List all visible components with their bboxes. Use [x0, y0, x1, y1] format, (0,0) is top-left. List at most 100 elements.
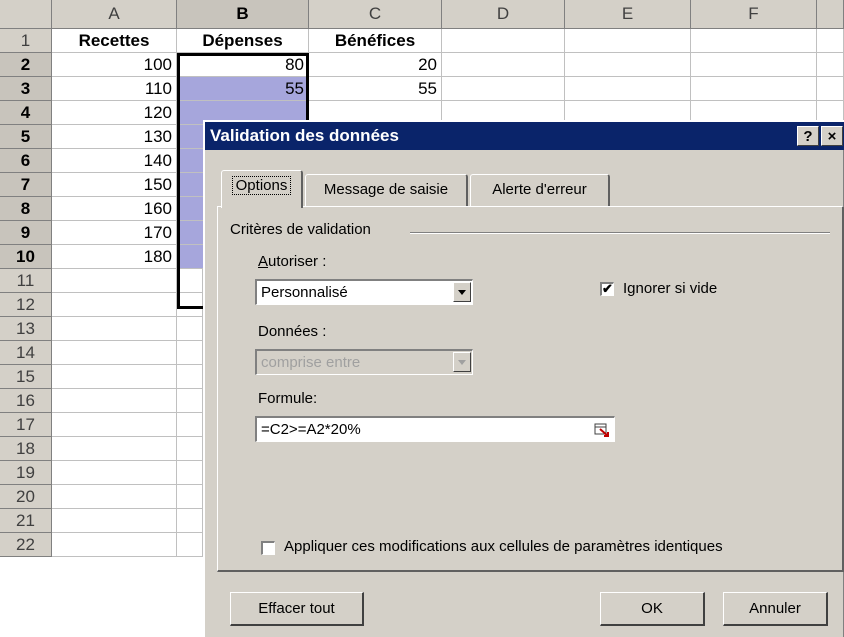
- ignorer-si-vide-checkbox[interactable]: ✔: [600, 282, 614, 296]
- cell[interactable]: [177, 365, 203, 389]
- group-divider: [410, 232, 830, 234]
- row-header-15[interactable]: 15: [0, 365, 52, 389]
- row-header-12[interactable]: 12: [0, 293, 52, 317]
- cell[interactable]: [52, 389, 177, 413]
- cell[interactable]: [177, 461, 203, 485]
- row-header-19[interactable]: 19: [0, 461, 52, 485]
- row-header-20[interactable]: 20: [0, 485, 52, 509]
- tab-message-saisie[interactable]: Message de saisie: [305, 174, 468, 206]
- cell[interactable]: [817, 77, 844, 101]
- column-header-d[interactable]: D: [442, 0, 565, 29]
- row-header-22[interactable]: 22: [0, 533, 52, 557]
- cell[interactable]: [52, 269, 177, 293]
- cell-c1[interactable]: Bénéfices: [309, 29, 442, 53]
- cell[interactable]: [52, 341, 177, 365]
- cell-a6[interactable]: 140: [52, 149, 177, 173]
- cell[interactable]: [177, 413, 203, 437]
- cell[interactable]: [691, 53, 817, 77]
- dialog-title-bar[interactable]: Validation des données: [205, 122, 844, 150]
- select-all-corner[interactable]: [0, 0, 52, 29]
- tab-alerte-erreur[interactable]: Alerte d'erreur: [470, 174, 610, 206]
- cell-c2[interactable]: 20: [309, 53, 442, 77]
- cell-a4[interactable]: 120: [52, 101, 177, 125]
- column-header-g[interactable]: [817, 0, 844, 29]
- cell-c3[interactable]: 55: [309, 77, 442, 101]
- cell[interactable]: [52, 509, 177, 533]
- cell-b1[interactable]: Dépenses: [177, 29, 309, 53]
- row-header-6[interactable]: 6: [0, 149, 52, 173]
- row-header-18[interactable]: 18: [0, 437, 52, 461]
- cell-a7[interactable]: 150: [52, 173, 177, 197]
- cell[interactable]: [177, 533, 203, 557]
- cell[interactable]: [691, 77, 817, 101]
- cell[interactable]: [52, 461, 177, 485]
- chevron-down-icon[interactable]: [453, 282, 471, 302]
- cell[interactable]: [817, 53, 844, 77]
- cell[interactable]: [52, 413, 177, 437]
- cell[interactable]: [442, 29, 565, 53]
- row-header-10[interactable]: 10: [0, 245, 52, 269]
- range-select-icon[interactable]: [594, 421, 610, 437]
- cell-a3[interactable]: 110: [52, 77, 177, 101]
- column-header-a[interactable]: A: [52, 0, 177, 29]
- row-header-17[interactable]: 17: [0, 413, 52, 437]
- row-header-1[interactable]: 1: [0, 29, 52, 53]
- row-header-2[interactable]: 2: [0, 53, 52, 77]
- cell[interactable]: [817, 29, 844, 53]
- cell[interactable]: [442, 77, 565, 101]
- cell[interactable]: [177, 341, 203, 365]
- row-header-11[interactable]: 11: [0, 269, 52, 293]
- cell[interactable]: [177, 317, 203, 341]
- cell[interactable]: [52, 293, 177, 317]
- effacer-tout-button[interactable]: Effacer tout: [230, 592, 364, 626]
- row-header-21[interactable]: 21: [0, 509, 52, 533]
- cell[interactable]: [52, 485, 177, 509]
- cell[interactable]: [691, 29, 817, 53]
- ok-button[interactable]: OK: [600, 592, 705, 626]
- help-button[interactable]: ?: [797, 126, 819, 146]
- cell-a5[interactable]: 130: [52, 125, 177, 149]
- cell[interactable]: [52, 365, 177, 389]
- cell[interactable]: [177, 293, 203, 317]
- close-button[interactable]: ×: [821, 126, 843, 146]
- cell[interactable]: [177, 269, 203, 293]
- cell[interactable]: [565, 77, 691, 101]
- tab-options[interactable]: Options: [221, 170, 303, 208]
- appliquer-checkbox[interactable]: [261, 541, 275, 555]
- cell[interactable]: [177, 485, 203, 509]
- row-header-14[interactable]: 14: [0, 341, 52, 365]
- column-header-e[interactable]: E: [565, 0, 691, 29]
- row-header-5[interactable]: 5: [0, 125, 52, 149]
- cell[interactable]: [442, 53, 565, 77]
- donnees-value: comprise entre: [261, 354, 361, 371]
- row-header-8[interactable]: 8: [0, 197, 52, 221]
- cell[interactable]: [177, 437, 203, 461]
- column-header-f[interactable]: F: [691, 0, 817, 29]
- cell[interactable]: [52, 317, 177, 341]
- cell-a1[interactable]: Recettes: [52, 29, 177, 53]
- row-header-4[interactable]: 4: [0, 101, 52, 125]
- cell-a8[interactable]: 160: [52, 197, 177, 221]
- row-header-7[interactable]: 7: [0, 173, 52, 197]
- row-header-13[interactable]: 13: [0, 317, 52, 341]
- cell[interactable]: [52, 533, 177, 557]
- row-header-9[interactable]: 9: [0, 221, 52, 245]
- cell-a9[interactable]: 170: [52, 221, 177, 245]
- cell[interactable]: [565, 29, 691, 53]
- cell-a2[interactable]: 100: [52, 53, 177, 77]
- formule-input[interactable]: =C2>=A2*20%: [255, 416, 615, 442]
- cell[interactable]: [565, 53, 691, 77]
- cell[interactable]: [177, 389, 203, 413]
- column-header-b[interactable]: B: [177, 0, 309, 29]
- cell[interactable]: [177, 509, 203, 533]
- row-header-3[interactable]: 3: [0, 77, 52, 101]
- tab-alerte-erreur-label: Alerte d'erreur: [492, 181, 587, 198]
- cell-b2[interactable]: 80: [177, 53, 309, 77]
- column-header-c[interactable]: C: [309, 0, 442, 29]
- cell-a10[interactable]: 180: [52, 245, 177, 269]
- autoriser-select[interactable]: Personnalisé: [255, 279, 473, 305]
- annuler-button[interactable]: Annuler: [723, 592, 828, 626]
- cell-b3[interactable]: 55: [177, 77, 309, 101]
- cell[interactable]: [52, 437, 177, 461]
- row-header-16[interactable]: 16: [0, 389, 52, 413]
